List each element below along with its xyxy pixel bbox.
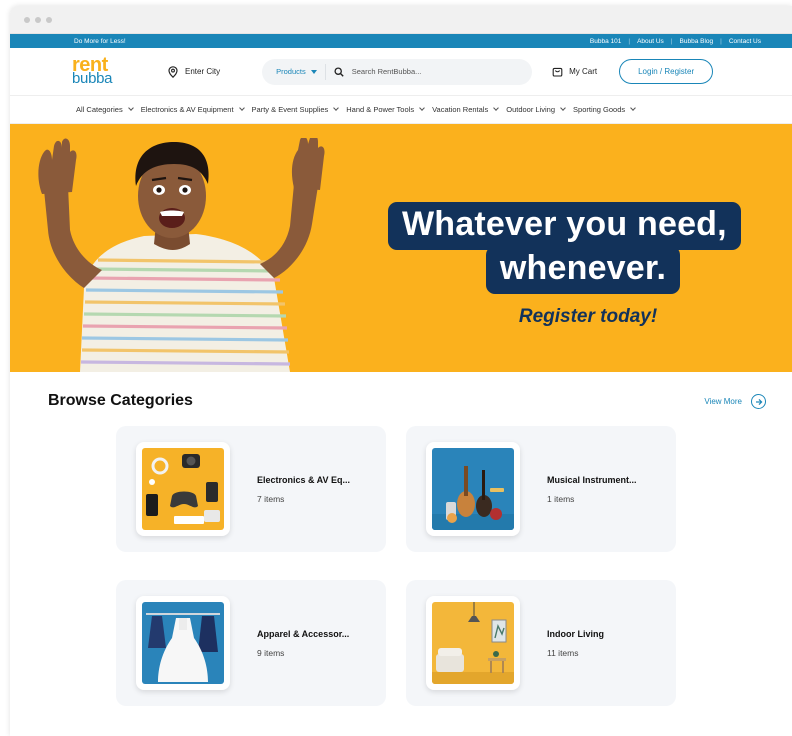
electronics-image: [142, 448, 224, 530]
nav-label: Party & Event Supplies: [251, 105, 329, 114]
link-about-us[interactable]: About Us: [630, 38, 671, 45]
nav-party-event[interactable]: Party & Event Supplies: [251, 105, 340, 114]
card-count: 11 items: [547, 647, 579, 658]
card-text: Apparel & Accessor... 9 items: [257, 629, 349, 658]
card-title: Indoor Living: [547, 628, 604, 639]
card-count: 9 items: [257, 647, 285, 658]
caret-down-icon: [310, 69, 317, 74]
search-bar: Products Search RentBubba...: [262, 58, 533, 85]
category-thumbnail: [136, 442, 230, 536]
window-dot-1[interactable]: [24, 16, 30, 23]
browser-chrome: [10, 6, 792, 34]
nav-label: Outdoor Living: [506, 105, 556, 114]
card-title: Musical Instrument...: [547, 474, 637, 485]
hero-banner[interactable]: Whatever you need, whenever. Register to…: [10, 124, 792, 372]
arrow-right-icon: [751, 394, 766, 409]
view-more-link[interactable]: View More: [704, 394, 766, 409]
excited-man-image: [38, 138, 325, 372]
top-links: Bubba 101 | About Us | Bubba Blog | Cont…: [583, 38, 768, 45]
nav-outdoor-living[interactable]: Outdoor Living: [506, 105, 566, 114]
top-bar: Do More for Less! Bubba 101 | About Us |…: [10, 34, 792, 48]
nav-label: Vacation Rentals: [432, 105, 489, 114]
cart-label: My Cart: [569, 67, 598, 76]
card-text: Electronics & AV Eq... 7 items: [257, 475, 350, 504]
chevron-down-icon: [127, 105, 134, 111]
chevron-down-icon: [333, 105, 340, 111]
apparel-image: [142, 602, 224, 684]
hero-headline: Whatever you need, whenever. Register to…: [388, 202, 778, 328]
card-count: 7 items: [257, 493, 285, 504]
search-input[interactable]: Search RentBubba...: [352, 67, 532, 76]
category-thumbnail: [426, 442, 520, 536]
hero-line-2-wrap: whenever.: [388, 246, 778, 294]
product-select-label: Products: [276, 67, 306, 76]
window-dot-2[interactable]: [35, 16, 41, 23]
nav-sporting-goods[interactable]: Sporting Goods: [573, 105, 636, 114]
nav-all-categories[interactable]: All Categories: [76, 105, 134, 114]
search-icon[interactable]: [334, 66, 344, 77]
cart-button[interactable]: My Cart: [552, 66, 597, 77]
link-bubba-101[interactable]: Bubba 101: [583, 38, 628, 45]
separator: |: [628, 37, 631, 45]
cart-icon: [552, 67, 563, 77]
card-text: Indoor Living 11 items: [547, 629, 604, 658]
city-input[interactable]: Enter City: [185, 67, 220, 76]
hero-line-1: Whatever you need,: [388, 202, 741, 250]
indoor-living-image: [432, 602, 514, 684]
section-title: Browse Categories: [48, 392, 193, 409]
separator: |: [670, 37, 673, 45]
separator: |: [720, 37, 722, 45]
window-dot-3[interactable]: [46, 16, 52, 23]
location-pin-icon: [168, 65, 178, 78]
category-card-indoor-living[interactable]: Indoor Living 11 items: [406, 580, 676, 706]
hero-line-2: whenever.: [485, 246, 681, 294]
category-thumbnail: [136, 596, 230, 690]
musical-instruments-image: [432, 448, 514, 530]
category-card-apparel[interactable]: Apparel & Accessor... 9 items: [116, 580, 386, 706]
login-register-button[interactable]: Login / Register: [619, 59, 714, 84]
nav-label: Sporting Goods: [573, 105, 626, 114]
category-card-electronics[interactable]: Electronics & AV Eq... 7 items: [116, 426, 386, 552]
card-title: Apparel & Accessor...: [257, 628, 350, 639]
nav-electronics[interactable]: Electronics & AV Equipment: [140, 105, 245, 114]
card-text: Musical Instrument... 1 items: [547, 475, 637, 504]
nav-vacation-rentals[interactable]: Vacation Rentals: [432, 105, 500, 114]
chevron-down-icon: [560, 105, 566, 111]
site-header: rent bubba Enter City Products Search Re…: [10, 48, 792, 96]
nav-label: All Categories: [76, 105, 123, 114]
city-selector[interactable]: Enter City: [168, 65, 220, 78]
nav-hand-power-tools[interactable]: Hand & Power Tools: [346, 105, 425, 114]
chevron-down-icon: [238, 105, 245, 111]
link-contact-us[interactable]: Contact Us: [722, 38, 768, 45]
nav-label: Electronics & AV Equipment: [140, 105, 234, 114]
product-type-select[interactable]: Products: [262, 63, 326, 80]
chevron-down-icon: [493, 105, 500, 111]
card-title: Electronics & AV Eq...: [257, 474, 351, 485]
chevron-down-icon: [630, 105, 636, 111]
promo-text: Do More for Less!: [74, 37, 126, 45]
category-thumbnail: [426, 596, 520, 690]
rentbubba-logo[interactable]: rent bubba: [72, 55, 128, 88]
card-count: 1 items: [547, 493, 575, 504]
hero-tagline: Register today!: [518, 306, 658, 327]
browse-section-header: Browse Categories View More: [10, 372, 792, 410]
category-nav: All Categories Electronics & AV Equipmen…: [10, 96, 792, 124]
category-card-musical[interactable]: Musical Instrument... 1 items: [406, 426, 676, 552]
nav-label: Hand & Power Tools: [346, 105, 415, 114]
logo-text-bottom: bubba: [72, 70, 113, 88]
chevron-down-icon: [419, 105, 425, 111]
link-bubba-blog[interactable]: Bubba Blog: [673, 38, 721, 45]
view-more-label: View More: [704, 397, 742, 406]
